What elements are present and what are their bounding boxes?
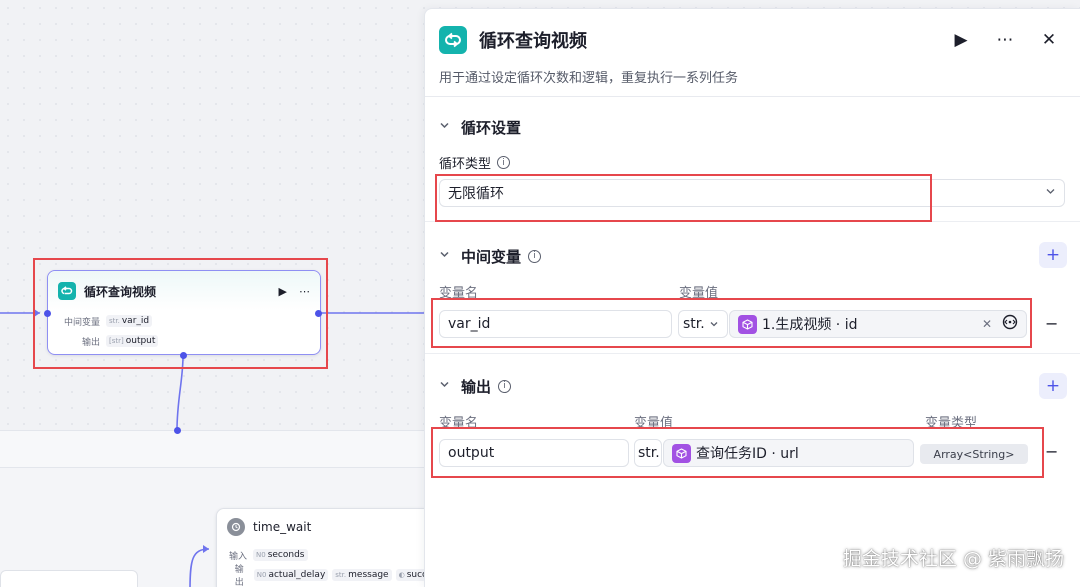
loop-settings-section: 循环设置 循环类型 i 无限循环: [425, 115, 1080, 207]
type-tag: N0: [256, 551, 266, 559]
reference-text: 1.生成视频 · id: [762, 317, 858, 333]
variable-type-select[interactable]: str.: [678, 310, 728, 338]
remove-variable-button[interactable]: −: [1045, 314, 1058, 333]
node-settings-panel: 循环查询视频 ▶ ⋯ ✕ 用于通过设定循环次数和逻辑，重复执行一系列任务 循环设…: [424, 8, 1080, 587]
run-icon[interactable]: ▶: [279, 285, 287, 298]
section-title: 中间变量: [461, 247, 522, 266]
output-section: 输出 i + 变量名 变量值 变量类型 output str. 查询任务ID ·…: [425, 353, 1080, 493]
name-column-header: 变量名: [439, 416, 479, 431]
info-icon[interactable]: i: [498, 379, 512, 393]
type-column-header: 变量类型: [925, 416, 978, 431]
info-icon[interactable]: i: [528, 249, 542, 263]
panel-description: 用于通过设定循环次数和逻辑，重复执行一系列任务: [439, 71, 739, 86]
variables-section: 中间变量 i + 变量名 变量值 var_id str. 1.生成视频 · id…: [425, 221, 1080, 353]
loop-node-header: 循环查询视频 ▶ ⋯: [48, 271, 320, 311]
chevron-down-icon[interactable]: [439, 120, 461, 134]
name-column-header: 变量名: [439, 286, 479, 301]
type-value: str.: [683, 316, 705, 332]
variable-chip: N0 seconds: [253, 549, 308, 561]
node-ref-icon: [672, 443, 691, 463]
watermark: 掘金技术社区 @ 紫雨飘扬: [842, 548, 1064, 570]
time-wait-row: 输出 N0 actual_delay str. message ◐ succ: [217, 565, 430, 587]
time-wait-row: 输入 N0 seconds: [217, 545, 430, 565]
row-label: 中间变量: [63, 317, 100, 328]
variable-value-reference[interactable]: 1.生成视频 · id ✕: [729, 310, 1027, 338]
run-icon[interactable]: ▶: [944, 26, 978, 54]
type-tag: ◐: [398, 571, 405, 579]
add-output-button[interactable]: +: [1039, 373, 1067, 399]
loop-node-row: 输出 [str] output: [48, 331, 320, 351]
loop-node-title: 循环查询视频: [84, 284, 157, 299]
chip-value: var_id: [121, 316, 150, 326]
section-header[interactable]: 中间变量 i: [425, 244, 1080, 268]
loop-node-input-port[interactable]: [44, 310, 51, 317]
panel-title: 循环查询视频: [479, 31, 587, 52]
row-label: 输入: [228, 551, 247, 562]
info-icon[interactable]: i: [497, 156, 511, 169]
loop-type-select[interactable]: 无限循环: [439, 179, 1065, 207]
plugin-icon: [227, 518, 245, 536]
variable-chip: str. message: [332, 569, 392, 581]
section-title: 循环设置: [461, 118, 522, 137]
remove-output-button[interactable]: −: [1045, 442, 1058, 461]
clear-icon[interactable]: ✕: [982, 317, 992, 331]
time-wait-title: time_wait: [253, 520, 312, 534]
variable-picker-icon[interactable]: [1002, 314, 1018, 334]
row-label: 输出: [81, 337, 100, 348]
panel-header: 循环查询视频 ▶ ⋯ ✕ 用于通过设定循环次数和逻辑，重复执行一系列任务: [425, 9, 1080, 97]
chevron-down-icon: [710, 322, 718, 327]
variable-chip: str. var_id: [106, 315, 153, 327]
input-value: var_id: [448, 316, 491, 332]
type-tag: str.: [109, 317, 120, 325]
chip-value: message: [348, 570, 389, 580]
section-title: 输出: [461, 377, 492, 396]
variable-type-badge: Array<String>: [920, 444, 1028, 464]
arrow-head: [34, 309, 40, 317]
chevron-down-icon[interactable]: [439, 249, 461, 263]
chevron-down-icon[interactable]: [439, 379, 461, 393]
row-label: 输出: [234, 565, 244, 587]
value-column-header: 变量值: [679, 286, 719, 301]
output-value-reference[interactable]: 查询任务ID · url: [663, 439, 914, 467]
time-wait-header: time_wait: [217, 509, 430, 545]
type-value: str.: [638, 445, 660, 461]
chip-value: actual_delay: [268, 570, 326, 580]
close-icon[interactable]: ✕: [1032, 26, 1066, 54]
field-label: 循环类型: [439, 157, 492, 172]
loop-node-output-port[interactable]: [315, 310, 322, 317]
more-icon[interactable]: ⋯: [988, 26, 1022, 54]
variable-chip: [str] output: [106, 335, 159, 347]
chevron-down-icon: [1045, 185, 1056, 201]
loop-node[interactable]: 循环查询视频 ▶ ⋯ 中间变量 str. var_id 输出 [str] out…: [47, 270, 321, 355]
time-wait-node[interactable]: time_wait 输入 N0 seconds 输出 N0 actual_del…: [216, 508, 431, 587]
input-value: output: [448, 445, 495, 461]
type-tag: str.: [335, 571, 347, 579]
add-variable-button[interactable]: +: [1039, 242, 1067, 268]
loop-icon: [439, 26, 467, 54]
loop-body-entry-port[interactable]: [174, 427, 181, 434]
loop-node-row: 中间变量 str. var_id: [48, 311, 320, 331]
chip-value: output: [125, 336, 156, 346]
more-icon[interactable]: ⋯: [299, 285, 310, 298]
section-header[interactable]: 输出 i: [425, 374, 1080, 398]
variable-chip: N0 actual_delay: [253, 569, 329, 581]
variable-name-input[interactable]: var_id: [439, 310, 672, 338]
node-ref-icon: [738, 314, 757, 334]
output-type-select[interactable]: str.: [634, 439, 662, 467]
canvas-band: [0, 430, 430, 468]
type-tag: [str]: [109, 337, 124, 345]
partial-node[interactable]: [0, 570, 138, 587]
edge-loop-body: [176, 355, 184, 431]
select-value: 无限循环: [448, 186, 504, 202]
loop-body-port[interactable]: [180, 352, 187, 359]
reference-text: 查询任务ID · url: [696, 446, 799, 462]
output-name-input[interactable]: output: [439, 439, 629, 467]
chip-value: seconds: [267, 550, 305, 560]
loop-icon: [58, 282, 76, 300]
section-header[interactable]: 循环设置: [425, 115, 1080, 139]
type-tag: N0: [256, 571, 267, 579]
value-column-header: 变量值: [634, 416, 674, 431]
